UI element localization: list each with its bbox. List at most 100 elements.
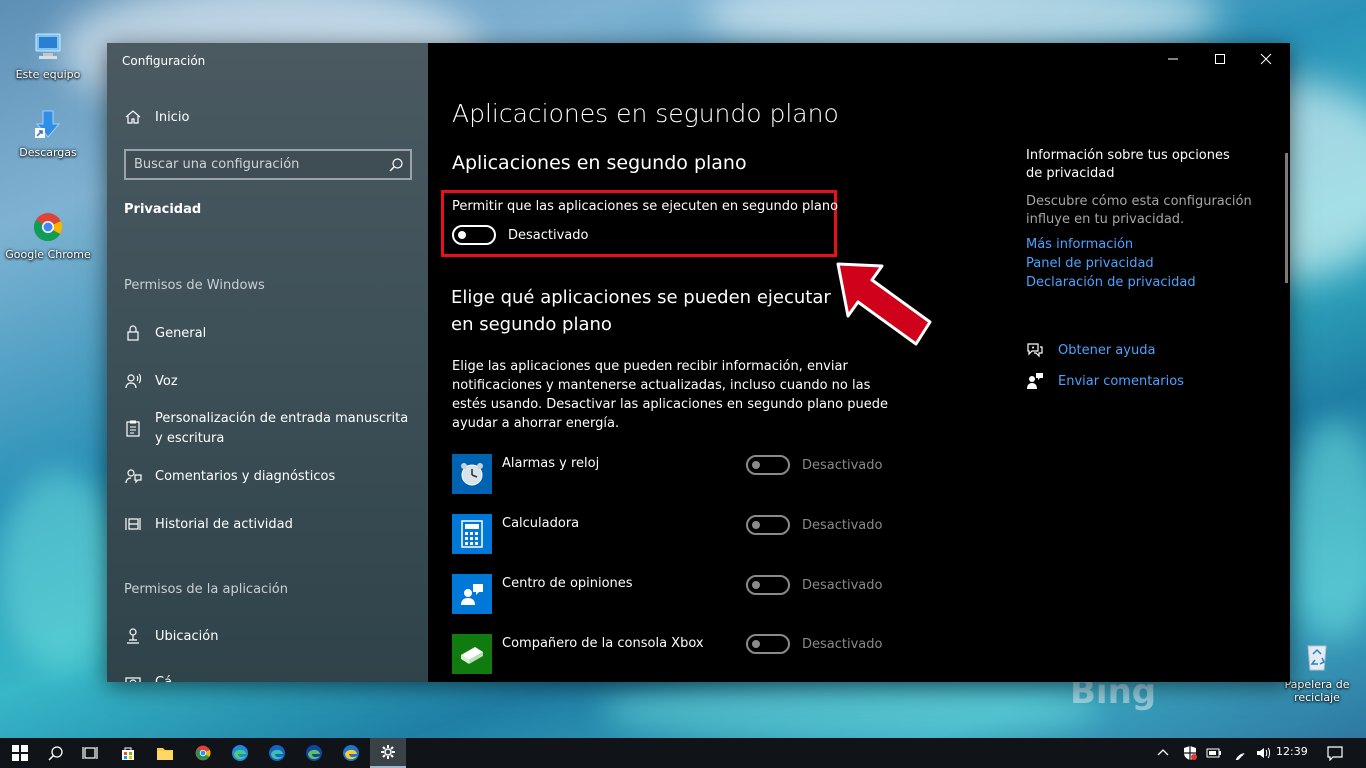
sidebar-item-activity-history[interactable]: Historial de actividad	[124, 515, 415, 535]
battery-icon	[1206, 748, 1221, 758]
minimize-icon	[1168, 58, 1178, 60]
edge-taskbar-button[interactable]	[222, 738, 258, 768]
desktop-icon-chrome[interactable]: Google Chrome	[3, 210, 93, 261]
search-input[interactable]	[134, 151, 384, 178]
privacy-info-description: Descubre cómo esta configuración influye…	[1026, 194, 1252, 227]
app-icon-alarms	[452, 454, 492, 494]
maximize-button[interactable]	[1197, 43, 1243, 75]
more-info-link[interactable]: Más información	[1026, 237, 1133, 252]
sidebar-item-feedback[interactable]: Comentarios y diagnósticos	[124, 467, 415, 487]
app-name: Calculadora	[502, 516, 580, 531]
minimize-button[interactable]	[1150, 43, 1196, 75]
app-toggle-state: Desactivado	[802, 518, 883, 533]
sidebar-item-general[interactable]: General	[124, 324, 415, 344]
sidebar-item-location[interactable]: Ubicación	[124, 627, 415, 647]
edge-beta-icon	[269, 745, 285, 761]
app-toggle-calculator[interactable]	[746, 515, 790, 535]
sidebar-item-label: Voz	[155, 374, 178, 389]
volume-tray-button[interactable]	[1249, 738, 1277, 768]
sidebar-selected-privacy[interactable]: Privacidad	[124, 202, 201, 217]
send-feedback-link[interactable]: Enviar comentarios	[1026, 372, 1184, 390]
desktop-icon-downloads[interactable]: Descargas	[3, 108, 93, 159]
search-icon	[48, 746, 63, 761]
reef-decoration	[0, 470, 120, 670]
task-view-button[interactable]	[72, 738, 108, 768]
timeline-icon	[124, 515, 142, 533]
edge-canary-taskbar-button[interactable]	[333, 738, 369, 768]
app-toggle-state: Desactivado	[802, 637, 883, 652]
reef-decoration	[1290, 420, 1366, 640]
app-toggle-feedback-hub[interactable]	[746, 575, 790, 595]
search-icon[interactable]	[388, 157, 404, 173]
search-taskbar-button[interactable]	[38, 738, 74, 768]
feedback-person-icon	[1026, 372, 1044, 390]
sidebar-item-inking[interactable]: Personalización de entrada manuscrita y …	[124, 409, 415, 449]
toggle-knob	[458, 231, 466, 239]
allow-background-state: Desactivado	[508, 228, 589, 243]
desktop-icon-label: Descargas	[19, 146, 77, 159]
folder-icon	[157, 748, 173, 760]
section-title-background-apps: Aplicaciones en segundo plano	[452, 152, 747, 174]
location-icon	[124, 627, 142, 645]
store-icon	[122, 747, 134, 760]
sidebar-item-label: Comentarios y diagnósticos	[155, 469, 336, 484]
sidebar-item-label: Historial de actividad	[155, 517, 293, 532]
privacy-statement-link[interactable]: Declaración de privacidad	[1026, 275, 1196, 290]
app-icon-xbox	[452, 634, 492, 674]
speech-icon	[124, 372, 142, 390]
wifi-icon	[1235, 753, 1245, 760]
desktop-icon-label: Este equipo	[15, 68, 81, 81]
sidebar-item-label: Ubicación	[155, 629, 219, 644]
get-help-label: Obtener ayuda	[1058, 342, 1156, 358]
privacy-dashboard-link[interactable]: Panel de privacidad	[1026, 256, 1154, 271]
start-button[interactable]	[2, 738, 38, 768]
edge-dev-taskbar-button[interactable]	[296, 738, 332, 768]
lock-icon	[124, 324, 142, 342]
desktop-icon-this-pc[interactable]: Este equipo	[3, 30, 93, 81]
get-help-link[interactable]: Obtener ayuda	[1026, 341, 1155, 359]
settings-window: Configuración Inicio Privacidad Permisos…	[107, 43, 1290, 682]
section-title-choose-apps: Elige qué aplicaciones se pueden ejecuta…	[451, 287, 831, 335]
app-name: Alarmas y reloj	[502, 456, 600, 471]
sidebar-item-label: Inicio	[155, 110, 190, 125]
section-description: Elige las aplicaciones que pueden recibi…	[452, 359, 888, 431]
scrollbar[interactable]	[1285, 153, 1288, 283]
store-button[interactable]	[110, 738, 146, 768]
maximize-icon	[1215, 54, 1225, 64]
clipboard-icon	[124, 419, 142, 437]
reef-decoration	[600, 680, 1100, 740]
taskbar: 12:39	[0, 738, 1366, 768]
settings-taskbar-button[interactable]	[370, 738, 406, 768]
app-toggle-xbox[interactable]	[746, 634, 790, 654]
allow-background-toggle[interactable]	[452, 225, 496, 245]
shield-icon	[1184, 746, 1197, 760]
recycle-bin-icon	[1300, 640, 1334, 674]
taskbar-clock[interactable]: 12:39	[1276, 745, 1308, 758]
xbox-icon	[461, 647, 483, 664]
search-box[interactable]	[124, 149, 412, 180]
sidebar-item-camera[interactable]: Cá	[124, 673, 415, 682]
chrome-taskbar-button[interactable]	[185, 738, 221, 768]
chrome-icon	[31, 210, 65, 244]
show-hidden-icons-button[interactable]	[1148, 738, 1178, 768]
toggle-knob	[752, 521, 760, 529]
sidebar-item-home[interactable]: Inicio	[124, 108, 415, 128]
windows-logo-icon	[12, 745, 28, 761]
app-name: Compañero de la consola Xbox	[502, 636, 704, 651]
notification-icon	[1327, 746, 1343, 761]
action-center-button[interactable]	[1318, 738, 1352, 768]
feedback-hub-icon	[461, 584, 483, 605]
sidebar-item-label: Cá	[155, 673, 415, 682]
close-button[interactable]	[1243, 43, 1289, 75]
app-icon-feedback-hub	[452, 574, 492, 614]
sidebar-item-voice[interactable]: Voz	[124, 372, 415, 392]
battery-tray-button[interactable]	[1200, 738, 1228, 768]
allow-background-label: Permitir que las aplicaciones se ejecute…	[452, 199, 839, 214]
close-icon	[1260, 53, 1272, 65]
send-feedback-label: Enviar comentarios	[1058, 373, 1184, 389]
edge-beta-taskbar-button[interactable]	[259, 738, 295, 768]
app-toggle-alarms[interactable]	[746, 455, 790, 475]
sidebar: Configuración Inicio Privacidad Permisos…	[107, 43, 428, 682]
file-explorer-button[interactable]	[147, 738, 183, 768]
section-heading-windows-permissions: Permisos de Windows	[124, 278, 265, 293]
